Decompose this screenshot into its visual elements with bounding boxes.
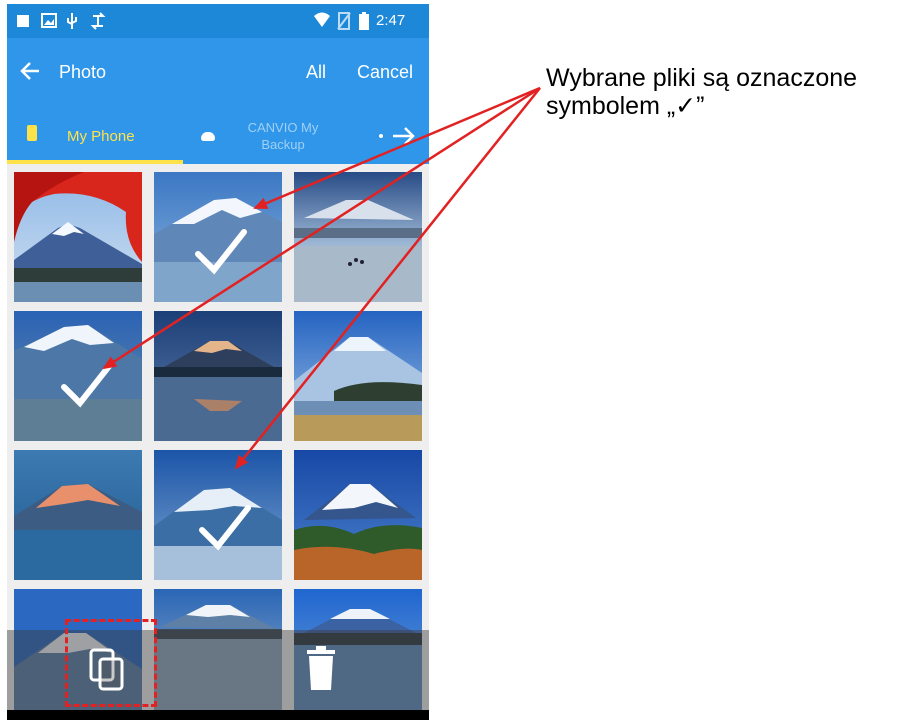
- arrow-to-selected-photo-4: [102, 86, 541, 370]
- arrow-to-selected-photo-2: [253, 86, 541, 210]
- arrow-to-selected-photo-8: [234, 87, 541, 470]
- annotation-callout: Wybrane pliki są oznaczone symbolem „✓”: [546, 64, 858, 120]
